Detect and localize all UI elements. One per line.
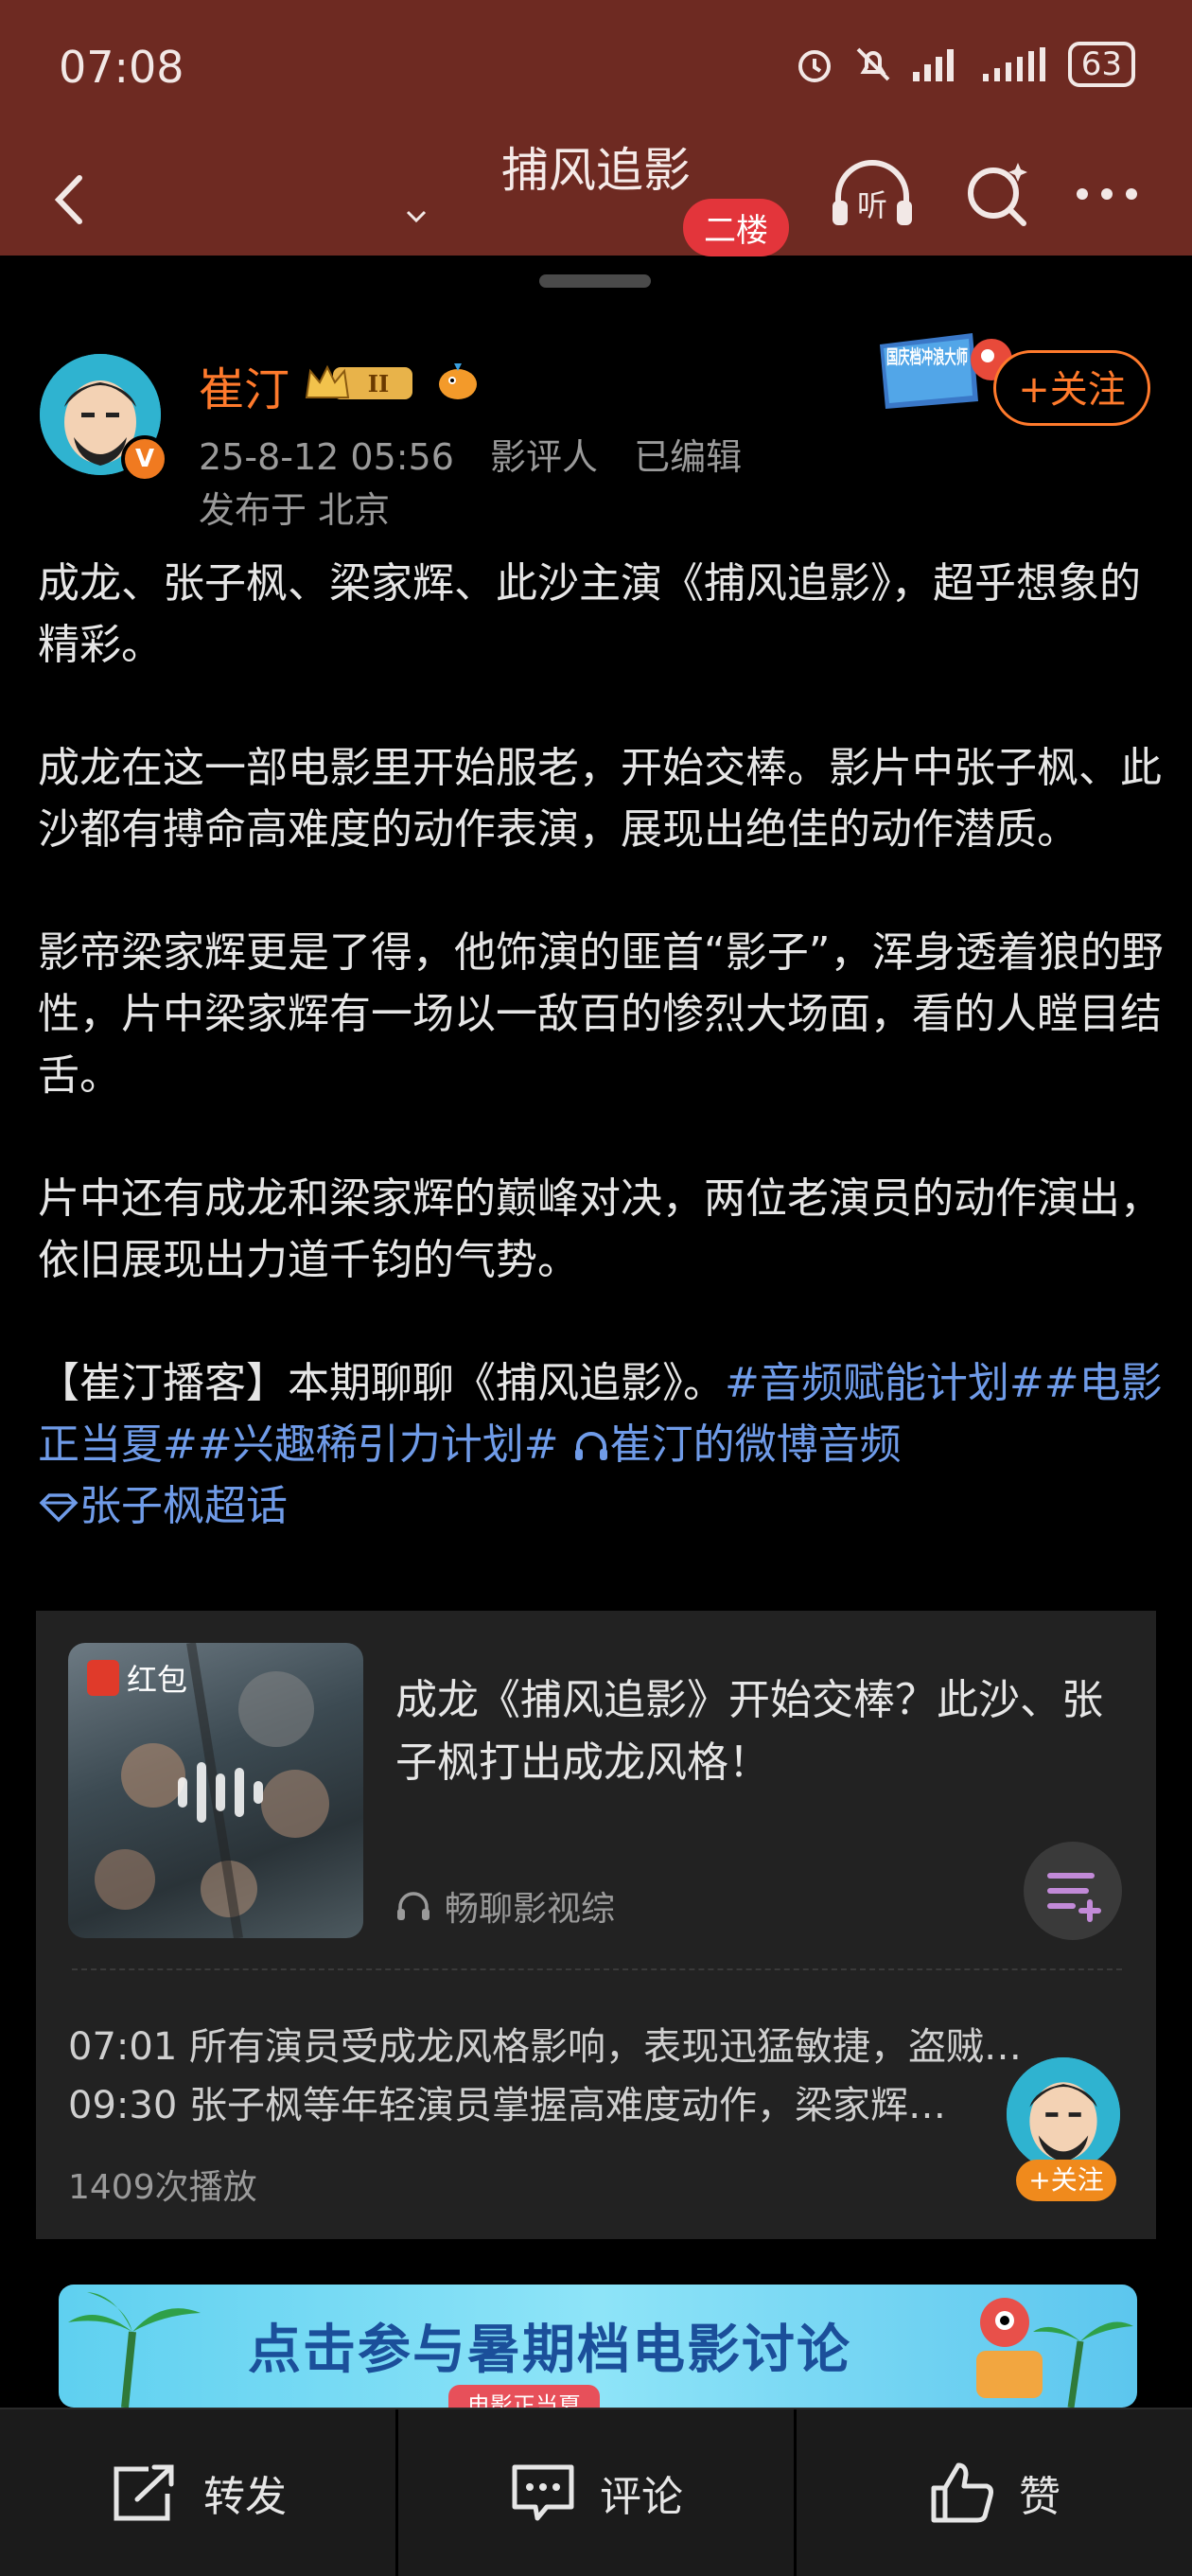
audio-cover[interactable]: 红包 [68,1643,363,1938]
card-divider [72,1968,1122,1970]
podcast-intro: 【崔汀播客】本期聊聊《捕风追影》。 [38,1359,725,1407]
listen-button[interactable]: 听 [827,155,918,231]
thumbs-up-icon [931,2462,993,2523]
status-bar: 07:08 63 [0,0,1192,142]
like-label: 赞 [1019,2473,1061,2521]
comment-icon [512,2464,574,2521]
headphones-icon: 听 [833,160,912,225]
promo-badge-text: 国庆档冲浪大师 [886,345,968,368]
post-paragraph: 成龙在这一部电影里开始服老，开始交棒。影片中张子枫、此沙都有搏命高难度的动作表演… [38,744,1162,854]
signal-2-icon [982,47,1045,81]
status-icons: 63 [794,42,1135,87]
audio-wave-icon [178,1762,263,1823]
floating-follow-button[interactable]: +关注 [1016,2160,1116,2201]
palm-tree-icon [68,2292,201,2408]
chapter-item[interactable]: 07:01 所有演员受成龙风格影响，表现迅猛敏捷，盗贼… [68,2016,1156,2071]
redpacket-label: 红包 [127,1662,188,1698]
crown-level-text: II [368,370,389,397]
super-topic-label: 张子枫超话 [79,1482,288,1530]
floating-avatar[interactable] [1007,2057,1120,2171]
redpacket-icon [87,1660,119,1696]
fish-badge-icon [439,363,477,399]
play-count: 1409次播放 [68,2168,257,2207]
mascot-icon [976,2298,1133,2408]
more-icon [1077,188,1137,200]
verified-badge: V [121,435,168,483]
alarm-icon [798,50,831,82]
search-icon [968,163,1027,226]
headphones-icon [397,1892,429,1920]
hashtag-audio-plan[interactable]: #音频赋能计划# [725,1359,1044,1407]
audio-link-label: 崔汀的微博音频 [609,1420,902,1469]
avatar-image [1007,2057,1120,2171]
repost-button[interactable]: 转发 [0,2409,395,2576]
playlist-add-icon [1047,1873,1101,1922]
hashtag-interest-plan[interactable]: #兴趣稀引力计划# [198,1420,559,1469]
battery-indicator: 63 [1067,42,1135,87]
post-meta: 25-8-12 05:56 影评人 已编辑 [199,428,766,480]
like-button[interactable]: 赞 [797,2409,1192,2576]
banner-text: 点击参与暑期档电影讨论 [248,2320,851,2381]
diamond-icon [39,1493,79,1523]
audio-title[interactable]: 成龙《捕风追影》开始交棒？此沙、张子枫打出成龙风格！ [395,1669,1133,1794]
follow-button[interactable]: +关注 [993,350,1150,426]
post-paragraph-final: 【崔汀播客】本期聊聊《捕风追影》。#音频赋能计划##电影正当夏##兴趣稀引力计划… [38,1352,1164,1537]
author-role: 影评人 [490,436,599,478]
post-location: 发布于 北京 [199,489,391,531]
audio-source-label: 畅聊影视综 [445,1890,616,1929]
post-date: 25-8-12 05:56 [199,436,454,478]
chevron-down-icon[interactable] [402,203,430,231]
listen-label: 听 [857,187,887,223]
floor-badge[interactable]: 二楼 [683,199,789,256]
search-button[interactable] [957,155,1039,231]
redpacket-tag: 红包 [87,1656,187,1700]
post-paragraph: 片中还有成龙和梁家辉的巅峰对决，两位老演员的动作演出，依旧展现出力道千钧的气势。 [38,1174,1162,1284]
crown-level-icon: II [305,364,412,399]
audio-card[interactable]: 红包 成龙《捕风追影》开始交棒？此沙、张子枫打出成龙风格！ 畅聊影视综 07:0… [36,1611,1156,2239]
promo-banner[interactable]: 点击参与暑期档电影讨论 电影正当夏 [59,2285,1137,2408]
bottom-action-bar: 转发 评论 赞 [0,2408,1192,2576]
more-button[interactable] [1069,161,1145,227]
audio-link[interactable]: 崔汀的微博音频 [572,1420,902,1469]
chapter-item[interactable]: 09:30 张子枫等年轻演员掌握高难度动作，梁家辉… [68,2074,1156,2129]
edited-label[interactable]: 已编辑 [634,436,742,478]
share-icon [114,2464,174,2521]
audio-source[interactable]: 畅聊影视综 [395,1881,615,1931]
sheet-handle[interactable] [539,274,651,288]
repost-label: 转发 [203,2473,287,2521]
post-body: 成龙、张子枫、梁家辉、此沙主演《捕风追影》，超乎想象的精彩。 成龙在这一部电影里… [38,553,1164,1537]
headphones-icon [574,1432,607,1460]
comment-label: 评论 [600,2473,683,2521]
super-topic-link[interactable]: 张子枫超话 [38,1482,288,1530]
post-paragraph: 成龙、张子枫、梁家辉、此沙主演《捕风追影》，超乎想象的精彩。 [38,559,1141,669]
status-time: 07:08 [59,42,184,93]
author-name[interactable]: 崔汀 [199,352,289,418]
comment-button[interactable]: 评论 [398,2409,794,2576]
post-paragraph: 影帝梁家辉更是了得，他饰演的匪首“影子”，浑身透着狼的野性，片中梁家辉有一场以一… [38,928,1164,1100]
banner-tag: 电影正当夏 [448,2385,600,2408]
add-to-playlist-button[interactable] [1024,1842,1122,1940]
signal-icon [912,49,954,81]
mute-icon [856,47,890,81]
